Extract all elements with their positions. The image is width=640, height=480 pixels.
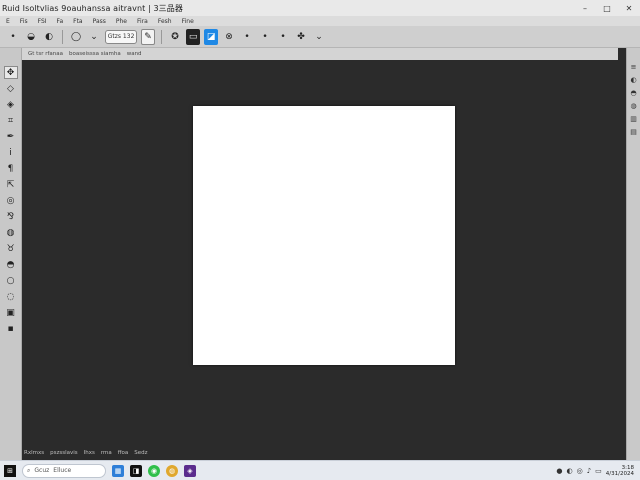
tab-document-3[interactable]: wand xyxy=(127,51,142,57)
pen-tool-icon[interactable]: ♉ xyxy=(4,242,18,255)
search-text-secondary: Elluce xyxy=(53,467,72,474)
dot-option-2[interactable]: • xyxy=(258,29,272,45)
layers-panel-icon[interactable]: ▥ xyxy=(629,114,639,124)
status-item-2: Ihxs xyxy=(83,450,95,456)
shape-tool-icon[interactable]: ◌ xyxy=(4,290,18,303)
pen-pressure-button[interactable]: ✎ xyxy=(141,28,156,45)
menu-bar: E Fis FSI Fa Fta Pass Phe Fira Fesh Fine xyxy=(0,16,640,26)
photo-editor-window: Ruid Isoltvlias 9oauhanssa aitravnt | 3三… xyxy=(0,0,640,480)
workspace[interactable] xyxy=(22,60,626,446)
title-bar: Ruid Isoltvlias 9oauhanssa aitravnt | 3三… xyxy=(0,0,640,16)
image-icon[interactable]: ◪ xyxy=(204,28,219,45)
chrome-icon[interactable]: ◍ xyxy=(166,464,178,477)
zoom-tool-icon[interactable]: ▪ xyxy=(4,322,18,335)
shape-b-icon[interactable]: ◐ xyxy=(42,29,56,45)
document-tab-bar: Gt tsr rfanaa boaseisssa siamha wand xyxy=(22,48,618,60)
dot-option-1[interactable]: • xyxy=(240,29,254,45)
tray-icon-1[interactable]: ◐ xyxy=(566,467,572,475)
search-icon: ⌕ xyxy=(27,466,31,474)
menu-item-0[interactable]: E xyxy=(6,18,10,25)
brush-size-icon[interactable]: ◯ xyxy=(69,29,83,45)
path-select-tool-icon[interactable]: ○ xyxy=(4,274,18,287)
stamp-tool-icon[interactable]: ¶ xyxy=(4,162,18,175)
media-app-icon[interactable]: ◈ xyxy=(184,464,196,477)
menu-item-1[interactable]: Fis xyxy=(20,18,28,25)
tab-document-2[interactable]: boaseisssa siamha xyxy=(69,51,121,57)
separator xyxy=(161,29,163,44)
tools-panel: ✥ ◇ ◈ ⌗ ✒ ⅰ ¶ ⇱ ◎ ⅋ ◍ ♉ ◓ ○ ◌ ▣ ▪ xyxy=(0,48,22,460)
search-text: Gcuz xyxy=(34,467,50,474)
chevron-down-icon[interactable]: ⌄ xyxy=(312,29,326,45)
chevron-down-icon[interactable]: ⌄ xyxy=(87,29,101,45)
eraser-tool-icon[interactable]: ◎ xyxy=(4,194,18,207)
adjustments-panel-icon[interactable]: ◍ xyxy=(629,101,639,111)
brush-tool-icon[interactable]: ⅰ xyxy=(4,146,18,159)
document-canvas[interactable] xyxy=(193,106,455,365)
clock-date: 4/31/2024 xyxy=(605,470,634,477)
menu-item-5[interactable]: Pass xyxy=(93,18,106,25)
start-button[interactable]: ⊞ xyxy=(4,464,16,477)
status-item-1: pszsslavis xyxy=(50,450,78,456)
tab-document-1[interactable]: Gt tsr rfanaa xyxy=(28,51,63,57)
shape-a-icon[interactable]: ◒ xyxy=(24,29,38,45)
gradient-tool-icon[interactable]: ⅋ xyxy=(4,210,18,223)
hand-tool-icon[interactable]: ▣ xyxy=(4,306,18,319)
menu-item-8[interactable]: Fesh xyxy=(158,18,172,25)
menu-item-3[interactable]: Fa xyxy=(57,18,64,25)
crop-tool-icon[interactable]: ⌗ xyxy=(4,114,18,127)
menu-item-7[interactable]: Fira xyxy=(137,18,148,25)
settings-icon[interactable]: ✪ xyxy=(168,29,182,45)
battery-icon[interactable]: ▭ xyxy=(595,467,602,475)
dodge-tool-icon[interactable]: ◍ xyxy=(4,226,18,239)
panel-toggle-icon[interactable]: ▭ xyxy=(186,28,201,45)
tray-icon-0[interactable]: ● xyxy=(556,467,562,475)
style-field[interactable]: Gtzs 132 xyxy=(105,29,138,44)
move-tool-icon[interactable]: ✥ xyxy=(3,66,18,79)
photoshop-icon[interactable]: ◨ xyxy=(130,464,142,477)
menu-item-2[interactable]: FSI xyxy=(38,18,47,25)
window-controls: – □ ✕ xyxy=(574,0,640,16)
color-panel-icon[interactable]: ◐ xyxy=(629,75,639,85)
menu-item-4[interactable]: Fta xyxy=(73,18,82,25)
panel-menu-icon[interactable]: ≡ xyxy=(629,62,639,72)
right-panel-dock: ≡ ◐ ◓ ◍ ▥ ▤ xyxy=(626,48,640,460)
maximize-button[interactable]: □ xyxy=(596,0,618,16)
minimize-button[interactable]: – xyxy=(574,0,596,16)
close-button[interactable]: ✕ xyxy=(618,0,640,16)
window-title: Ruid Isoltvlias 9oauhanssa aitravnt | 3三… xyxy=(2,3,183,13)
plugin-icon[interactable]: ✤ xyxy=(294,29,308,45)
channels-panel-icon[interactable]: ▤ xyxy=(629,127,639,137)
status-item-5: Sedz xyxy=(134,450,148,456)
lasso-tool-icon[interactable]: ◇ xyxy=(4,82,18,95)
history-brush-tool-icon[interactable]: ⇱ xyxy=(4,178,18,191)
volume-icon[interactable]: ♪ xyxy=(587,467,591,475)
type-tool-icon[interactable]: ◓ xyxy=(4,258,18,271)
quick-select-tool-icon[interactable]: ◈ xyxy=(4,98,18,111)
taskbar: ⊞ ⌕ Gcuz Elluce ▦ ◨ ◉ ◍ ◈ ● ◐ ◎ ♪ ▭ 3:18… xyxy=(0,460,640,480)
system-tray: ● ◐ ◎ ♪ ▭ 3:18 4/31/2024 xyxy=(556,465,640,477)
clock[interactable]: 3:18 4/31/2024 xyxy=(606,465,634,477)
network-icon[interactable]: ◎ xyxy=(577,467,583,475)
swatches-panel-icon[interactable]: ◓ xyxy=(629,88,639,98)
options-bar: • ◒ ◐ ◯ ⌄ Gtzs 132 ✎ ✪ ▭ ◪ ⊗ • • • ✤ ⌄ xyxy=(0,26,640,48)
status-bar: Rxlmxs pszsslavis Ihxs rma ffoa Sedz xyxy=(22,446,626,460)
status-item-4: ffoa xyxy=(117,450,129,456)
no-entry-icon[interactable]: ⊗ xyxy=(222,29,236,45)
separator xyxy=(62,29,63,44)
status-item-0: Rxlmxs xyxy=(24,450,45,456)
eyedropper-tool-icon[interactable]: ✒ xyxy=(4,130,18,143)
whatsapp-icon[interactable]: ◉ xyxy=(148,464,160,477)
taskbar-search[interactable]: ⌕ Gcuz Elluce xyxy=(22,463,106,478)
tool-preset-icon[interactable]: • xyxy=(6,29,20,45)
menu-item-6[interactable]: Phe xyxy=(116,18,127,25)
dot-option-3[interactable]: • xyxy=(276,29,290,45)
file-explorer-icon[interactable]: ▦ xyxy=(112,464,124,477)
menu-item-9[interactable]: Fine xyxy=(182,18,194,25)
status-item-3: rma xyxy=(100,450,112,456)
